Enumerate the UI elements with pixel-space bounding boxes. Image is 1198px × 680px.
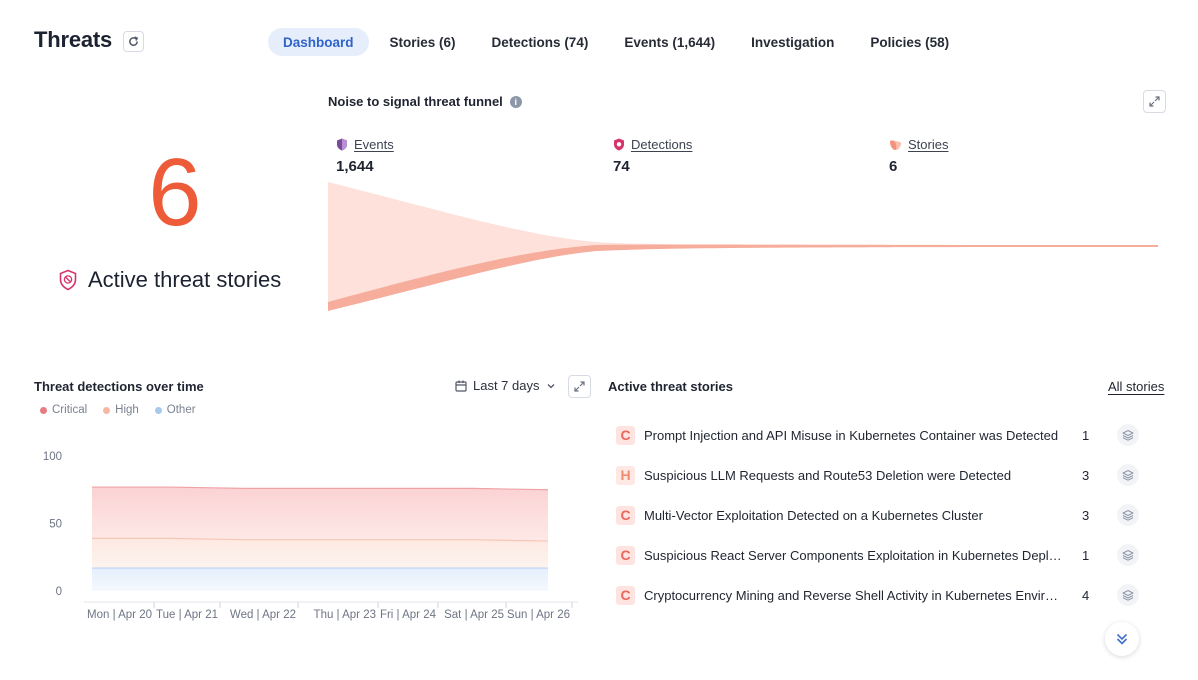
target-shield-icon — [614, 138, 624, 151]
severity-badge-critical: C — [616, 585, 635, 605]
tab-events[interactable]: Events (1,644) — [609, 28, 730, 56]
tab-stories[interactable]: Stories (6) — [375, 28, 471, 56]
calendar-icon — [455, 380, 467, 392]
stories-list-title: Active threat stories — [608, 379, 733, 394]
area-series-high — [92, 538, 548, 569]
shield-alert-icon — [59, 269, 77, 291]
story-layers-button[interactable] — [1117, 464, 1139, 486]
story-name[interactable]: Suspicious LLM Requests and Route53 Dele… — [644, 468, 1064, 483]
y-tick-label: 50 — [49, 519, 62, 531]
scroll-down-button[interactable] — [1105, 622, 1139, 656]
time-range-label: Last 7 days — [473, 378, 540, 393]
active-stories-label: Active threat stories — [58, 267, 281, 293]
expand-icon — [1149, 96, 1160, 107]
funnel-chart — [328, 182, 1158, 311]
story-count: 3 — [1082, 507, 1090, 523]
stories-icon — [890, 139, 901, 150]
story-row[interactable]: C Multi-Vector Exploitation Detected on … — [616, 504, 1146, 526]
story-row[interactable]: C Prompt Injection and API Misuse in Kub… — [616, 424, 1146, 446]
detections-chart-title: Threat detections over time — [34, 379, 204, 394]
tab-policies[interactable]: Policies (58) — [855, 28, 964, 56]
story-name[interactable]: Suspicious React Server Components Explo… — [644, 548, 1064, 563]
layers-icon — [1122, 509, 1134, 521]
severity-badge-critical: C — [616, 545, 635, 565]
funnel-title-text: Noise to signal threat funnel — [328, 94, 503, 109]
legend-item-high[interactable]: High — [103, 404, 139, 416]
chart-expand-button[interactable] — [568, 375, 591, 398]
shield-icon — [337, 138, 347, 151]
legend-dot-critical — [40, 406, 47, 414]
story-row[interactable]: C Cryptocurrency Mining and Reverse Shel… — [616, 584, 1146, 606]
legend-dot-other — [154, 406, 162, 414]
detections-area-chart: 100 50 0 Mon | Apr 20 Tue | Apr 21 Wed | Apr … — [43, 451, 578, 621]
x-tick-label: Fri | Apr 24 — [380, 609, 437, 621]
story-name[interactable]: Cryptocurrency Mining and Reverse Shell … — [644, 588, 1064, 603]
severity-badge-high: H — [616, 465, 635, 485]
active-stories-count: 6 — [148, 139, 202, 246]
legend-item-other[interactable]: Other — [154, 404, 196, 416]
page-title: Threats — [34, 27, 113, 52]
tab-dashboard[interactable]: Dashboard — [268, 28, 369, 56]
layers-icon — [1122, 549, 1134, 561]
detections-count: 74 — [613, 158, 630, 175]
story-count: 1 — [1082, 427, 1090, 443]
severity-badge-critical: C — [616, 505, 635, 525]
tab-bar: Dashboard Stories (6) Detections (74) Ev… — [268, 28, 964, 56]
story-layers-button[interactable] — [1117, 504, 1139, 526]
chart-legend: Critical High Other — [40, 404, 196, 416]
story-layers-button[interactable] — [1117, 544, 1139, 566]
tab-investigation[interactable]: Investigation — [736, 28, 849, 56]
legend-label-high: High — [115, 404, 139, 416]
stories-count: 6 — [889, 158, 898, 175]
layers-icon — [1122, 469, 1134, 481]
kpi-label-text: Active threat stories — [88, 267, 282, 292]
story-count: 1 — [1082, 547, 1090, 563]
info-icon[interactable]: i — [509, 95, 522, 108]
story-row[interactable]: H Suspicious LLM Requests and Route53 De… — [616, 464, 1146, 486]
story-name[interactable]: Multi-Vector Exploitation Detected on a … — [644, 508, 1064, 523]
y-tick-label: 100 — [43, 451, 62, 463]
time-range-select[interactable]: Last 7 days — [455, 378, 556, 393]
events-link[interactable]: Events — [354, 137, 394, 152]
area-series-other — [92, 568, 548, 591]
double-chevron-down-icon — [1116, 633, 1128, 645]
x-tick-label: Sat | Apr 25 — [444, 609, 504, 621]
refresh-button[interactable] — [123, 31, 144, 52]
y-tick-label: 0 — [56, 586, 62, 598]
detections-link[interactable]: Detections — [631, 137, 692, 152]
x-tick-label: Mon | Apr 20 — [87, 609, 152, 621]
expand-icon — [574, 381, 585, 392]
funnel-stage-events: Events 1,644 — [336, 137, 394, 175]
funnel-stage-stories: Stories 6 — [889, 137, 948, 175]
x-tick-label: Wed | Apr 22 — [230, 609, 296, 621]
x-tick-label: Tue | Apr 21 — [156, 609, 218, 621]
legend-label-critical: Critical — [52, 404, 88, 416]
story-count: 3 — [1082, 467, 1090, 483]
layers-icon — [1122, 589, 1134, 601]
all-stories-link[interactable]: All stories — [1108, 379, 1164, 394]
tab-detections[interactable]: Detections (74) — [477, 28, 604, 56]
funnel-title: Noise to signal threat funnel i — [328, 94, 522, 109]
x-tick-label: Thu | Apr 23 — [314, 609, 376, 621]
stories-link[interactable]: Stories — [908, 137, 948, 152]
severity-badge-critical: C — [616, 425, 635, 445]
funnel-expand-button[interactable] — [1143, 90, 1166, 113]
funnel-stage-detections: Detections 74 — [613, 137, 692, 175]
chevron-down-icon — [547, 383, 554, 388]
story-name[interactable]: Prompt Injection and API Misuse in Kuber… — [644, 428, 1064, 443]
legend-item-critical[interactable]: Critical — [40, 404, 87, 416]
area-series-critical — [92, 487, 548, 542]
x-tick-label: Sun | Apr 26 — [507, 609, 570, 621]
story-layers-button[interactable] — [1117, 424, 1139, 446]
refresh-icon — [129, 36, 139, 46]
story-count: 4 — [1082, 587, 1090, 603]
layers-icon — [1122, 429, 1134, 441]
events-count: 1,644 — [336, 158, 374, 175]
legend-label-other: Other — [166, 404, 196, 416]
story-row[interactable]: C Suspicious React Server Components Exp… — [616, 544, 1146, 566]
story-layers-button[interactable] — [1117, 584, 1139, 606]
legend-dot-high — [103, 406, 111, 414]
